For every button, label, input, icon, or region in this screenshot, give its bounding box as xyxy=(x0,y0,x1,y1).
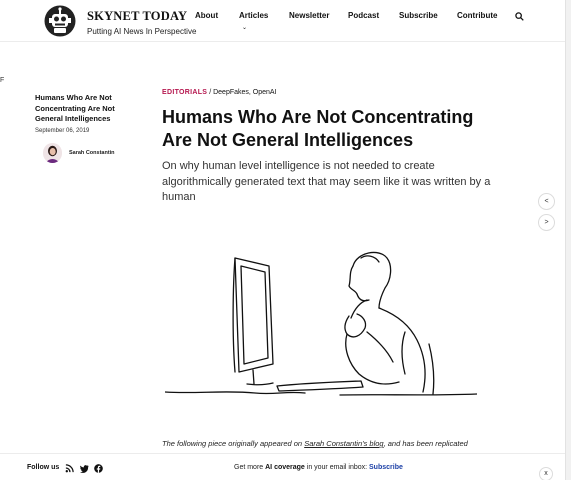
brand-tagline: Putting AI News In Perspective xyxy=(87,27,197,36)
close-footer-button[interactable]: x xyxy=(539,467,553,480)
newsletter-prompt: Get more AI coverage in your email inbox… xyxy=(234,464,403,471)
avatar[interactable] xyxy=(43,143,62,163)
sidebar-date: September 06, 2019 xyxy=(35,128,90,134)
nav-articles[interactable]: Articles xyxy=(239,11,268,20)
robot-logo-icon[interactable] xyxy=(44,5,76,37)
sidebar-article-title: Humans Who Are Not Concentrating Are Not… xyxy=(35,93,115,123)
newsletter-subscribe-link[interactable]: Subscribe xyxy=(369,464,403,471)
follow-label: Follow us xyxy=(27,464,60,471)
newsletter-prefix: Get more xyxy=(234,464,266,471)
article-body: The following piece originally appeared … xyxy=(162,438,502,449)
body-prefix: The following piece originally appeared … xyxy=(162,439,305,448)
newsletter-bold: AI coverage xyxy=(265,464,305,471)
nav-podcast[interactable]: Podcast xyxy=(348,11,379,20)
chevron-down-icon[interactable]: ⌄ xyxy=(242,24,247,31)
edge-text: F xyxy=(0,77,5,84)
rss-icon[interactable] xyxy=(65,464,74,473)
nav-newsletter[interactable]: Newsletter xyxy=(289,11,329,20)
nav-contribute[interactable]: Contribute xyxy=(457,11,497,20)
facebook-icon[interactable] xyxy=(94,464,103,473)
search-icon[interactable] xyxy=(515,12,524,21)
page-title: Humans Who Are Not Concentrating Are Not… xyxy=(162,107,474,150)
illustration-person-at-computer xyxy=(165,251,477,396)
newsletter-mid: in your email inbox: xyxy=(304,464,370,471)
category-link[interactable]: EDITORIALS xyxy=(162,89,207,96)
brand-title[interactable]: SKYNET TODAY xyxy=(87,9,196,24)
next-article-button[interactable]: > xyxy=(538,214,555,231)
body-suffix: , and has been replicated xyxy=(383,439,468,448)
prev-article-button[interactable]: < xyxy=(538,193,555,210)
nav-about[interactable]: About xyxy=(195,11,218,20)
scrollbar[interactable] xyxy=(565,0,571,480)
twitter-icon[interactable] xyxy=(80,464,89,473)
source-link[interactable]: Sarah Constantin's blog xyxy=(304,439,383,448)
site-header: SKYNET TODAY Putting AI News In Perspect… xyxy=(0,0,565,42)
footer-bar: Follow us Get more AI coverage in your e… xyxy=(0,453,565,480)
article-tags[interactable]: / DeepFakes, OpenAI xyxy=(207,89,276,96)
sidebar-author[interactable]: Sarah Constantin xyxy=(69,150,115,156)
article-subtitle: On why human level intelligence is not n… xyxy=(162,160,491,203)
brand[interactable]: SKYNET TODAY Putting AI News In Perspect… xyxy=(87,9,196,36)
nav-subscribe[interactable]: Subscribe xyxy=(399,11,438,20)
article-category: EDITORIALS / DeepFakes, OpenAI xyxy=(162,89,277,96)
